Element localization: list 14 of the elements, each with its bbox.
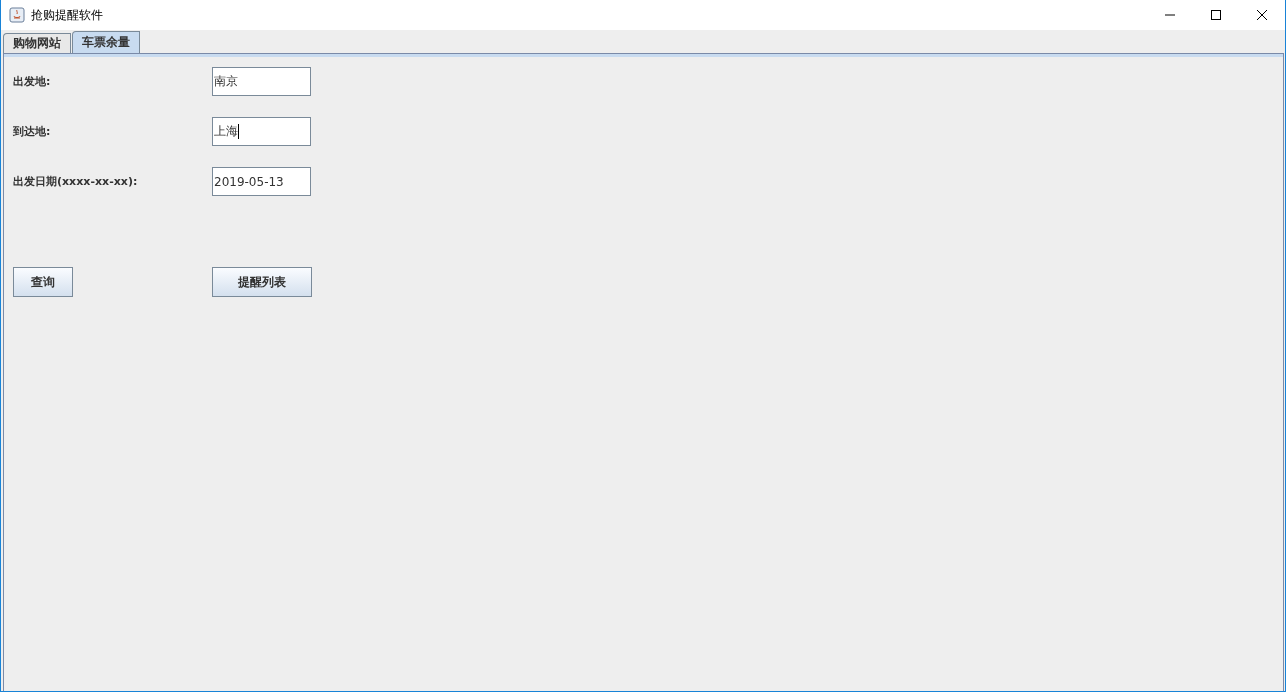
input-field[interactable]: 2019-05-13 (212, 167, 311, 196)
java-cup-icon (9, 7, 25, 23)
input-field[interactable]: 南京 (212, 67, 311, 96)
window-title: 抢购提醒软件 (31, 6, 103, 24)
reminder-list-button[interactable]: 提醒列表 (212, 267, 312, 297)
tab[interactable]: 车票余量 (72, 31, 140, 53)
maximize-icon (1211, 10, 1221, 20)
field-label: 到达地: (13, 124, 52, 139)
field-label: 出发地: (13, 74, 52, 89)
field-label: 出发日期(xxxx-xx-xx): (13, 174, 139, 189)
close-icon (1257, 10, 1267, 20)
tab[interactable]: 购物网站 (3, 33, 71, 53)
query-button[interactable]: 查询 (13, 267, 73, 297)
input-field[interactable]: 上海 (212, 117, 311, 146)
